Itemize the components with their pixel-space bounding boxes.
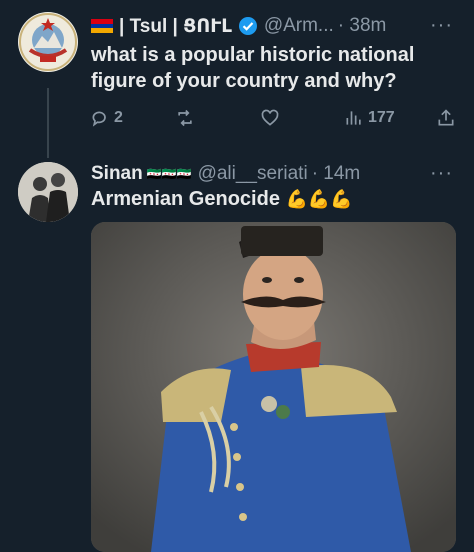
verified-badge-icon: [238, 17, 257, 35]
tweet-media-photo[interactable]: [91, 222, 456, 552]
heart-icon: [261, 109, 279, 126]
like-button[interactable]: [260, 108, 280, 128]
reply-count: 2: [114, 109, 123, 126]
profile-photo-icon: [18, 162, 78, 222]
tweet-text: Armenian Genocide 💪💪💪: [91, 186, 353, 212]
share-icon: [438, 109, 454, 126]
tweet-text-line1: what is a popular historic national: [91, 44, 415, 66]
reply-button[interactable]: 2: [90, 108, 123, 128]
more-options-icon[interactable]: ···: [430, 162, 453, 185]
flag-suffix: 🇸🇾🇸🇾🇸🇾: [146, 167, 192, 181]
tweet-time[interactable]: · 38m: [338, 15, 387, 37]
retweet-icon: [178, 109, 192, 127]
emblem-icon: [19, 13, 77, 71]
author-handle[interactable]: @Arm...: [264, 15, 334, 37]
author-handle[interactable]: @ali__seriati: [198, 163, 308, 185]
reply-icon: [92, 111, 106, 127]
avatar-sinan[interactable]: [18, 162, 78, 222]
share-button[interactable]: [436, 108, 456, 128]
tweet-actions: 2 177: [90, 104, 460, 132]
portrait-photo-icon: [91, 222, 456, 552]
tweet-text-line2: figure of your country and why?: [91, 70, 397, 92]
retweet-button[interactable]: [175, 108, 195, 128]
tweet-text-body: Armenian Genocide: [91, 188, 280, 210]
views-chart-icon: [346, 111, 361, 125]
views-button[interactable]: 177: [344, 108, 395, 128]
tweet-original[interactable]: | Tsul | ՑՈՒԼ @Arm... · 38m ··· what is …: [0, 0, 474, 150]
tweet-time[interactable]: · 14m: [312, 163, 361, 185]
author-name[interactable]: Sinan: [91, 163, 143, 185]
author-name[interactable]: | Tsul | ՑՈՒԼ: [119, 15, 232, 38]
avatar-emblem[interactable]: [18, 12, 78, 72]
flexed-biceps-emoji: 💪💪💪: [285, 189, 353, 209]
armenia-flag-icon: [91, 19, 113, 33]
more-options-icon[interactable]: ···: [430, 14, 453, 37]
views-count: 177: [368, 109, 395, 126]
